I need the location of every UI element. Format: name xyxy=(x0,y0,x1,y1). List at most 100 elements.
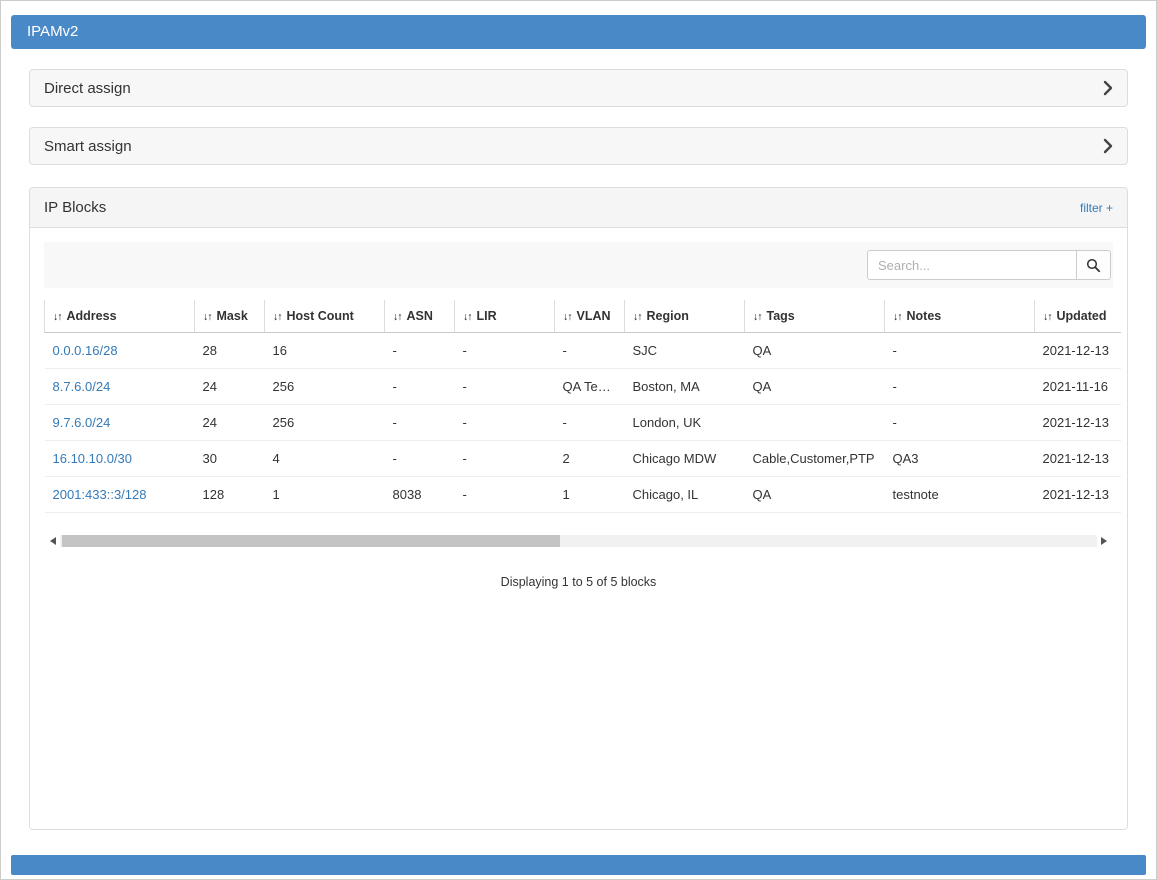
table-cell: 128 xyxy=(195,477,265,513)
table-cell: QA xyxy=(745,333,885,369)
table-cell: 16 xyxy=(265,333,385,369)
table-cell: - xyxy=(455,441,555,477)
direct-assign-panel[interactable]: Direct assign xyxy=(29,69,1128,107)
column-label: VLAN xyxy=(577,309,611,323)
table-cell: 28 xyxy=(195,333,265,369)
table-cell: - xyxy=(885,405,1035,441)
table-cell: - xyxy=(555,405,625,441)
table-cell: 2021-11-16 xyxy=(1035,369,1121,405)
column-header[interactable]: ↓↑ VLAN xyxy=(555,300,625,333)
search-button[interactable] xyxy=(1077,250,1111,280)
ip-blocks-header: IP Blocks filter + xyxy=(30,188,1127,228)
scrollbar-track[interactable] xyxy=(60,535,1097,547)
table-cell: - xyxy=(885,369,1035,405)
table-cell: - xyxy=(385,441,455,477)
table-cell: 2021-12-13 xyxy=(1035,405,1121,441)
scroll-left-arrow[interactable] xyxy=(46,533,60,549)
column-label: Host Count xyxy=(287,309,354,323)
table-cell: London, UK xyxy=(625,405,745,441)
column-header[interactable]: ↓↑ Notes xyxy=(885,300,1035,333)
table-cell: 1 xyxy=(555,477,625,513)
chevron-right-icon xyxy=(1103,138,1113,154)
scroll-right-arrow[interactable] xyxy=(1097,533,1111,549)
sort-icon: ↓↑ xyxy=(1043,311,1052,323)
smart-assign-label: Smart assign xyxy=(44,138,132,155)
column-label: Tags xyxy=(767,309,795,323)
table-row: 9.7.6.0/2424256---London, UK-2021-12-13 xyxy=(45,405,1121,441)
filter-link[interactable]: filter + xyxy=(1080,201,1113,215)
table-cell: 9.7.6.0/24 xyxy=(45,405,195,441)
table-row: 2001:433::3/12812818038-1Chicago, ILQAte… xyxy=(45,477,1121,513)
sort-icon: ↓↑ xyxy=(53,311,62,323)
table-cell: 256 xyxy=(265,369,385,405)
column-label: Mask xyxy=(217,309,248,323)
table-cell: QA3 xyxy=(885,441,1035,477)
table-cell: 8.7.6.0/24 xyxy=(45,369,195,405)
search-group xyxy=(867,250,1111,280)
search-input[interactable] xyxy=(867,250,1077,280)
column-header[interactable]: ↓↑ LIR xyxy=(455,300,555,333)
sort-icon: ↓↑ xyxy=(273,311,282,323)
table-cell: 2021-12-13 xyxy=(1035,333,1121,369)
address-link[interactable]: 2001:433::3/128 xyxy=(53,487,147,502)
table-cell: 2001:433::3/128 xyxy=(45,477,195,513)
column-label: LIR xyxy=(477,309,497,323)
table-cell: Boston, MA xyxy=(625,369,745,405)
table-cell: testnote xyxy=(885,477,1035,513)
column-header[interactable]: ↓↑ Updated xyxy=(1035,300,1121,333)
column-header[interactable]: ↓↑Region xyxy=(625,300,745,333)
ip-blocks-body: ↓↑Address↓↑Mask↓↑Host Count↓↑ASN↓↑LIR↓↑V… xyxy=(30,228,1127,829)
table-cell: Cable,Customer,PTP xyxy=(745,441,885,477)
table-cell: - xyxy=(885,333,1035,369)
column-header[interactable]: ↓↑ ASN xyxy=(385,300,455,333)
table-cell: 2021-12-13 xyxy=(1035,477,1121,513)
results-summary: Displaying 1 to 5 of 5 blocks xyxy=(44,575,1113,589)
sort-icon: ↓↑ xyxy=(633,311,642,323)
table-row: 8.7.6.0/2424256--QA Test 1Boston, MAQA-2… xyxy=(45,369,1121,405)
ip-blocks-title: IP Blocks xyxy=(44,199,106,216)
smart-assign-panel[interactable]: Smart assign xyxy=(29,127,1128,165)
table-cell: - xyxy=(555,333,625,369)
page: IPAMv2 Direct assign Smart assign IP Blo… xyxy=(0,0,1157,880)
table-header-row: ↓↑Address↓↑Mask↓↑Host Count↓↑ASN↓↑LIR↓↑V… xyxy=(45,300,1121,333)
sort-icon: ↓↑ xyxy=(893,311,902,323)
table-row: 16.10.10.0/30304--2Chicago MDWCable,Cust… xyxy=(45,441,1121,477)
column-label: Notes xyxy=(907,309,942,323)
horizontal-scrollbar[interactable] xyxy=(46,533,1111,549)
ip-blocks-panel: IP Blocks filter + xyxy=(29,187,1128,830)
app-footer xyxy=(11,855,1146,875)
scrollbar-thumb[interactable] xyxy=(62,535,560,547)
table-cell: QA Test 1 xyxy=(555,369,625,405)
sort-icon: ↓↑ xyxy=(563,311,572,323)
table-cell: - xyxy=(385,333,455,369)
address-link[interactable]: 8.7.6.0/24 xyxy=(53,379,111,394)
table-cell: QA xyxy=(745,369,885,405)
table-row: 0.0.0.16/282816---SJCQA-2021-12-13 xyxy=(45,333,1121,369)
address-link[interactable]: 16.10.10.0/30 xyxy=(53,451,133,466)
table-cell: 8038 xyxy=(385,477,455,513)
table-cell: 2021-12-13 xyxy=(1035,441,1121,477)
column-header[interactable]: ↓↑ Tags xyxy=(745,300,885,333)
sort-icon: ↓↑ xyxy=(393,311,402,323)
table-cell: - xyxy=(455,369,555,405)
column-header[interactable]: ↓↑ Host Count xyxy=(265,300,385,333)
column-label: Address xyxy=(67,309,117,323)
table-cell: - xyxy=(385,405,455,441)
ip-blocks-table: ↓↑Address↓↑Mask↓↑Host Count↓↑ASN↓↑LIR↓↑V… xyxy=(44,300,1121,513)
app-header: IPAMv2 xyxy=(11,15,1146,49)
table-cell: 30 xyxy=(195,441,265,477)
column-header[interactable]: ↓↑ Address xyxy=(45,300,195,333)
table-cell: - xyxy=(385,369,455,405)
table-cell: - xyxy=(455,477,555,513)
sort-icon: ↓↑ xyxy=(753,311,762,323)
table-cell: 24 xyxy=(195,369,265,405)
search-icon xyxy=(1086,258,1101,273)
column-header[interactable]: ↓↑Mask xyxy=(195,300,265,333)
column-label: Updated xyxy=(1057,309,1107,323)
table-cell: 1 xyxy=(265,477,385,513)
sort-icon: ↓↑ xyxy=(463,311,472,323)
address-link[interactable]: 0.0.0.16/28 xyxy=(53,343,118,358)
content: Direct assign Smart assign IP Blocks fil… xyxy=(11,69,1146,830)
column-label: ASN xyxy=(407,309,433,323)
address-link[interactable]: 9.7.6.0/24 xyxy=(53,415,111,430)
